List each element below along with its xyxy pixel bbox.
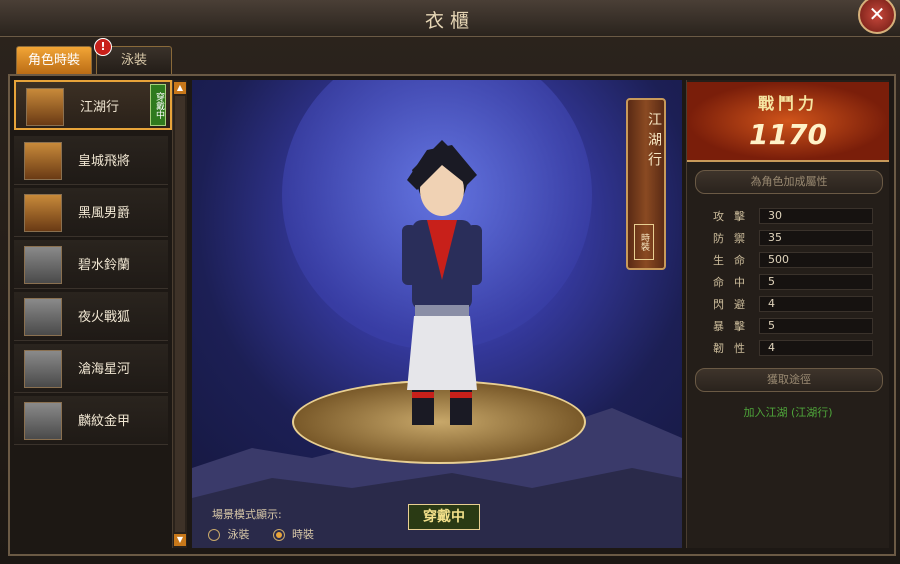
stat-row: 暴擊 5 [713,318,873,334]
stat-name: 暴擊 [713,320,755,333]
costume-name: 滄海星河 [78,362,131,377]
stat-name: 韌性 [713,342,755,355]
costume-thumbnail [24,194,62,232]
stat-name: 防禦 [713,232,755,245]
radio-swimwear[interactable] [208,529,220,541]
stat-value: 4 [759,340,873,356]
radio-costume[interactable] [272,529,285,541]
alert-badge: ! [94,38,112,56]
costume-banner: 江湖行 時裝 [626,98,666,270]
character-model [402,140,482,425]
combat-power-value: 1170 [749,118,827,151]
costume-thumbnail [24,298,62,336]
scroll-up-icon[interactable]: ▲ [174,82,186,94]
costume-thumbnail [24,402,62,440]
stat-value: 35 [759,230,873,246]
stat-value: 500 [759,252,873,268]
costume-name: 皇城飛將 [78,154,131,169]
list-item[interactable]: 江湖行 穿戴中 [14,80,172,130]
scroll-thumb[interactable] [175,96,185,532]
list-item[interactable]: 碧水鈴蘭 [14,240,168,289]
combat-power-banner: 戰鬥力 1170 [687,82,889,162]
costume-name: 夜火戰狐 [78,310,131,325]
costume-thumbnail [24,246,62,284]
costume-list: 江湖行 穿戴中 皇城飛將 黑風男爵 碧水鈴蘭 夜火戰狐 滄海星河 麟紋金甲 [14,80,172,548]
character-preview: 江湖行 時裝 穿戴中 場景模式顯示: 泳裝 時裝 [192,80,682,548]
wearing-tag: 穿戴中 [150,84,166,126]
window-title: 衣櫃 [424,10,475,32]
list-item[interactable]: 麟紋金甲 [14,396,168,445]
display-mode-options: 泳裝 時裝 [208,526,314,542]
costume-name: 江湖行 [80,100,120,115]
costume-thumbnail [26,88,64,126]
wearing-status: 穿戴中 [408,504,480,530]
stat-name: 攻擊 [713,210,755,223]
stat-row: 防禦 35 [713,230,873,246]
banner-subtitle: 時裝 [634,224,654,260]
radio-swimwear-label: 泳裝 [227,528,250,541]
stat-name: 閃避 [713,298,755,311]
stat-value: 5 [759,274,873,290]
display-mode-label: 場景模式顯示: [212,508,282,521]
stat-value: 30 [759,208,873,224]
stat-value: 4 [759,296,873,312]
costume-thumbnail [24,350,62,388]
banner-title: 江湖行 [646,112,662,172]
stat-row: 韌性 4 [713,340,873,356]
list-item[interactable]: 黑風男爵 [14,188,168,237]
obtain-route-link[interactable]: 加入江湖 (江湖行) [687,404,889,420]
stat-row: 命中 5 [713,274,873,290]
radio-costume-label: 時裝 [292,528,314,541]
obtain-header: 獲取途徑 [695,368,883,392]
costume-name: 麟紋金甲 [78,414,131,429]
costume-name: 碧水鈴蘭 [78,258,131,273]
costume-name: 黑風男爵 [78,206,131,221]
list-item[interactable]: 夜火戰狐 [14,292,168,341]
wardrobe-window: 衣櫃 ✕ 角色時裝 泳裝 ! 江湖行 穿戴中 皇城飛將 黑風男爵 碧水鈴蘭 夜火… [0,0,900,564]
stat-name: 生命 [713,254,755,267]
stat-row: 閃避 4 [713,296,873,312]
costume-thumbnail [24,142,62,180]
scroll-down-icon[interactable]: ▼ [174,534,186,546]
stat-name: 命中 [713,276,755,289]
attribute-header: 為角色加成屬性 [695,170,883,194]
stat-row: 生命 500 [713,252,873,268]
list-scrollbar[interactable]: ▲ ▼ [172,80,187,548]
stats-panel: 戰鬥力 1170 為角色加成屬性 攻擊 30 防禦 35 生命 500 命中 5… [686,80,889,548]
title-bar: 衣櫃 ✕ [0,0,900,37]
stat-row: 攻擊 30 [713,208,873,224]
list-item[interactable]: 皇城飛將 [14,136,168,185]
tab-costume[interactable]: 角色時裝 [16,46,92,75]
combat-power-label: 戰鬥力 [757,94,818,113]
stat-value: 5 [759,318,873,334]
list-item[interactable]: 滄海星河 [14,344,168,393]
